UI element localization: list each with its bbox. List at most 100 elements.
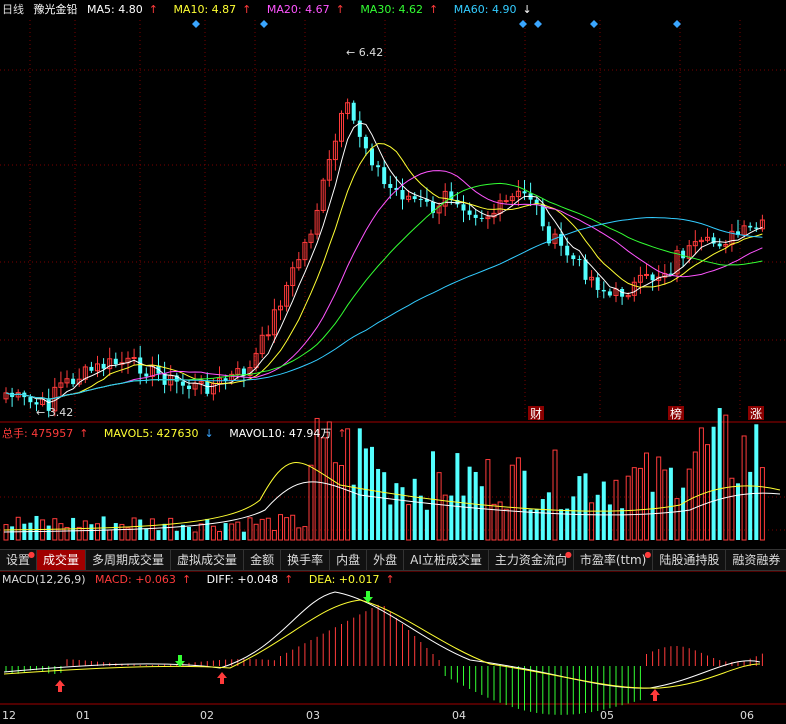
candle-body	[363, 136, 368, 149]
candle-body	[681, 250, 686, 259]
volume-bar	[235, 521, 241, 541]
tab-pe-ttm[interactable]: 市盈率(ttm) ●	[574, 550, 654, 570]
candle-body	[412, 196, 417, 200]
candle-body	[113, 358, 118, 365]
candle-body	[577, 259, 582, 261]
tab-outer[interactable]: 外盘	[367, 550, 405, 570]
candle-body	[601, 289, 606, 292]
volume-bar	[681, 487, 686, 540]
candle-body	[144, 373, 149, 377]
time-axis-label: 01	[76, 709, 90, 722]
candle-body	[522, 191, 527, 194]
candle-body	[34, 402, 39, 405]
volume-bar	[754, 424, 759, 540]
candle-body	[607, 291, 612, 296]
tab-virtual-volume[interactable]: 虚拟成交量	[171, 550, 245, 570]
candle-body	[717, 243, 722, 247]
volume-bar	[424, 509, 429, 540]
tab-settings[interactable]: 设置 ●	[0, 550, 38, 570]
period-label[interactable]: 日线	[2, 3, 24, 16]
volume-bar	[357, 428, 362, 540]
high-price-label: ← 6.42	[346, 46, 383, 59]
event-marker-list: 榜	[670, 406, 682, 421]
event-marker-limit: 涨	[750, 406, 762, 421]
volume-bar	[534, 508, 539, 540]
volume-bar	[620, 508, 625, 540]
volume-bar	[205, 518, 210, 540]
candle-body	[71, 378, 76, 385]
volume-bar	[759, 467, 765, 541]
tab-turnover[interactable]: 换手率	[281, 550, 331, 570]
event-diamond-icon	[192, 20, 200, 28]
time-axis-label: 02	[200, 709, 214, 722]
total-volume: 总手: 475957 ↑	[2, 427, 89, 440]
candle-body	[467, 210, 472, 215]
event-diamond-icon	[590, 20, 598, 28]
volume-bar	[144, 528, 149, 540]
volume-bar	[394, 483, 399, 540]
volume-bar	[198, 523, 204, 541]
volume-bar	[156, 530, 161, 540]
candle-body	[180, 381, 185, 386]
volume-bar	[668, 467, 673, 540]
volume-bar	[698, 427, 704, 541]
volume-bar	[253, 523, 259, 541]
volume-bar	[431, 451, 435, 540]
volume-bar	[736, 483, 740, 540]
volume-bar	[595, 494, 600, 540]
tab-multi-period-volume[interactable]: 多周期成交量	[86, 550, 172, 570]
volume-bar	[46, 525, 51, 540]
volume-bar	[302, 526, 308, 541]
candle-body	[370, 148, 374, 166]
candle-body	[473, 214, 478, 218]
candle-body	[503, 200, 509, 203]
volume-bar	[571, 496, 576, 540]
volume-bar	[540, 499, 545, 540]
buy-signal-icon	[55, 680, 65, 692]
volume-bar	[107, 529, 113, 541]
volume-bar	[278, 514, 283, 541]
ma30-value: MA30: 4.62 ↑	[360, 3, 439, 16]
tab-margin[interactable]: 融资融券	[726, 550, 786, 570]
volume-bar	[522, 470, 527, 540]
buy-signal-icon	[217, 672, 227, 684]
macd-legend: MACD(12,26,9) MACD: +0.063 ↑ DIFF: +0.048…	[2, 572, 407, 588]
stock-chart[interactable]: ← 6.42 ← 3.42 财 榜 涨 12 01 02 03 04 05 06	[0, 0, 786, 724]
volume-bar	[485, 459, 491, 541]
volume-bar	[339, 464, 344, 541]
volume-bar	[711, 426, 716, 540]
event-diamond-icon	[534, 20, 542, 28]
volume-bar	[223, 523, 228, 540]
candle-body	[187, 385, 191, 390]
notify-dot-icon: ●	[28, 550, 36, 559]
tab-main-capital[interactable]: 主力资金流向 ●	[489, 550, 574, 570]
notify-dot-icon: ●	[644, 550, 652, 559]
candle-body	[571, 255, 576, 260]
volume-bar	[644, 452, 649, 541]
volume-bar	[577, 476, 582, 540]
volume-bar	[192, 531, 198, 541]
volume-bar	[162, 523, 167, 540]
volume-bar	[583, 473, 588, 540]
candle-body	[101, 363, 106, 369]
tab-ai-volume[interactable]: AI立桩成交量	[404, 550, 489, 570]
candle-body	[28, 397, 33, 403]
volume-bar	[497, 501, 503, 541]
volume-bar	[473, 471, 478, 540]
candle-body	[748, 225, 753, 228]
candle-body	[131, 356, 137, 359]
volume-bar	[631, 467, 637, 541]
candle-body	[650, 274, 655, 281]
ma10-value: MA10: 4.87 ↑	[173, 3, 252, 16]
tab-hk-connect[interactable]: 陆股通持股	[653, 550, 727, 570]
volume-bar	[138, 519, 143, 540]
tab-inner[interactable]: 内盘	[330, 550, 368, 570]
volume-bar	[589, 502, 595, 541]
volume-bar	[284, 517, 290, 541]
tab-volume[interactable]: 成交量	[37, 550, 87, 570]
volume-bar	[565, 508, 570, 540]
volume-bar	[729, 477, 735, 541]
volume-bar	[370, 446, 374, 540]
tab-amount[interactable]: 金额	[244, 550, 282, 570]
volume-bar	[455, 453, 460, 540]
